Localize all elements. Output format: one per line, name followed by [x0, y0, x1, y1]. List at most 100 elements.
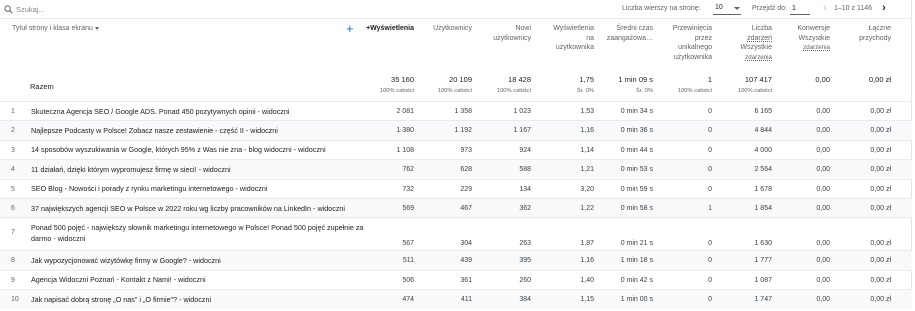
- cell-revenue: 0,00 zł: [870, 166, 891, 174]
- cell-avg-time: 0 min 34 s: [620, 108, 653, 115]
- totals-label: Razem: [30, 82, 54, 91]
- page-title-link[interactable]: Jak napisać dobrą stronę „O nas" i „O fi…: [31, 294, 371, 305]
- total-new-users: 18 428: [508, 75, 531, 84]
- rows-per-page-value: 10: [715, 4, 723, 11]
- page-title-link[interactable]: 37 największych agencji SEO w Polsce w 2…: [31, 203, 371, 214]
- col-header-avg-time[interactable]: Średni czas zaangażowa…: [598, 24, 653, 43]
- cell-revenue: 0,00 zł: [870, 108, 891, 115]
- cell-conversions: 0,00: [816, 185, 830, 193]
- cell-views-per-user: 1,16: [580, 127, 594, 135]
- cell-scrolled: 0: [708, 240, 712, 248]
- cell-users: 411: [460, 296, 472, 304]
- page-title-link[interactable]: Jak wypozycjonować wizytówkę firmy w Goo…: [31, 255, 371, 266]
- cell-views: 762: [402, 166, 414, 174]
- page-title-link[interactable]: Agencja Widoczni Poznań - Kontakt z Nami…: [31, 274, 371, 285]
- cell-scrolled: 0: [708, 146, 712, 154]
- events-filter-label[interactable]: zdarzenia: [718, 53, 772, 63]
- col-header-line: Nowi: [515, 25, 531, 32]
- row-index: 1: [11, 108, 15, 115]
- col-header-line: przez: [694, 34, 712, 42]
- total-avg-time: 1 min 09 s: [618, 75, 653, 84]
- col-header-scrolled-users[interactable]: Przewinięcia przez unikalnego użytkownik…: [658, 24, 712, 62]
- cell-users: 361: [460, 276, 472, 284]
- col-header-line: Średni czas: [616, 25, 653, 32]
- conversions-filter-label[interactable]: zdarzenia: [778, 43, 830, 53]
- col-header-line: na: [586, 34, 594, 42]
- total-events-sub: 100% całości: [737, 88, 772, 94]
- dimension-header[interactable]: Tytuł strony i klasa ekranu: [12, 24, 99, 34]
- page-title-link[interactable]: Skuteczna Agencja SEO / Google ADS. Pona…: [31, 106, 371, 117]
- table-row[interactable]: 10 Jak napisać dobrą stronę „O nas" i „O …: [0, 289, 912, 309]
- page-title-link[interactable]: Najlepsze Podcasty w Polsce! Zobacz nasz…: [31, 125, 371, 136]
- table-row[interactable]: 6 37 największych agencji SEO w Polsce w …: [0, 198, 912, 218]
- cell-users: 467: [460, 205, 472, 212]
- row-index: 4: [11, 166, 15, 174]
- goto-page-input[interactable]: [790, 3, 810, 15]
- cell-revenue: 0,00 zł: [870, 146, 891, 154]
- cell-users: 439: [460, 257, 472, 265]
- total-views-per-user: 1,75: [579, 75, 594, 84]
- row-index: 8: [11, 257, 15, 265]
- cell-events: 1 854: [754, 205, 772, 212]
- row-index: 10: [11, 296, 19, 304]
- cell-revenue: 0,00 zł: [870, 205, 891, 212]
- cell-views-per-user: 1,21: [580, 166, 594, 174]
- cell-avg-time: 0 min 36 s: [620, 127, 653, 135]
- col-header-views[interactable]: +Wyświetlenia: [360, 24, 414, 34]
- goto-label: Przejdź do:: [752, 5, 788, 12]
- pagination-range: 1–10 z 1146: [834, 5, 873, 12]
- cell-events: 1 777: [754, 257, 772, 265]
- cell-conversions: 0,00: [816, 108, 830, 115]
- cell-conversions: 0,00: [816, 166, 830, 174]
- table-row[interactable]: 4 11 działań, dzięki którym wypromujesz f…: [0, 159, 912, 179]
- col-header-new-users[interactable]: Nowi użytkownicy: [478, 24, 531, 43]
- chevron-right-icon[interactable]: ›: [879, 3, 889, 15]
- table-row[interactable]: 5 SEO Blog - Nowości i porady z rynku mar…: [0, 178, 912, 198]
- cell-conversions: 0,00: [816, 276, 830, 284]
- cell-revenue: 0,00 zł: [870, 276, 891, 284]
- col-header-conversions[interactable]: Konwersje Wszystkie zdarzenia: [778, 24, 830, 53]
- page-title-link[interactable]: 11 działań, dzięki którym wypromujesz fi…: [31, 164, 371, 175]
- cell-scrolled: 0: [708, 257, 712, 265]
- table-row[interactable]: 1 Skuteczna Agencja SEO / Google ADS. Pon…: [0, 101, 912, 120]
- col-header-views-per-user[interactable]: Wyświetlenia na użytkownika: [536, 24, 594, 53]
- add-dimension-button[interactable]: +: [346, 22, 354, 35]
- cell-revenue: 0,00 zł: [870, 185, 891, 193]
- cell-views-per-user: 1,87: [580, 240, 594, 248]
- cell-scrolled: 0: [708, 166, 712, 174]
- table-row[interactable]: 3 14 sposobów wyszukiwania w Google, któr…: [0, 139, 912, 159]
- cell-views-per-user: 1,14: [580, 146, 594, 154]
- total-revenue: 0,00 zł: [868, 75, 891, 84]
- col-header-line: Konwersje: [797, 25, 830, 32]
- page-title-link[interactable]: Ponad 500 pojęć - największy słownik mar…: [31, 222, 371, 244]
- cell-avg-time: 0 min 21 s: [620, 240, 653, 248]
- table-row[interactable]: 8 Jak wypozycjonować wizytówkę firmy w Go…: [0, 250, 912, 270]
- table-row[interactable]: 7 Ponad 500 pojęć - największy słownik ma…: [0, 217, 912, 250]
- page-title-link[interactable]: SEO Blog - Nowości i porady z rynku mark…: [31, 183, 371, 194]
- col-header-line: użytkownika: [555, 44, 594, 51]
- chevron-down-icon: [94, 26, 99, 30]
- cell-new-users: 134: [519, 185, 531, 193]
- search-input[interactable]: [16, 3, 216, 16]
- cell-avg-time: 0 min 53 s: [620, 166, 653, 174]
- col-header-users[interactable]: Użytkownicy: [420, 24, 472, 34]
- rows-per-page-select[interactable]: 10: [713, 3, 741, 15]
- cell-conversions: 0,00: [816, 296, 830, 304]
- dimension-header-label: Tytuł strony i klasa ekranu: [12, 25, 93, 32]
- cell-views: 506: [402, 276, 414, 284]
- cell-views: 567: [402, 240, 414, 248]
- chevron-left-icon[interactable]: ‹: [820, 3, 830, 15]
- table-row[interactable]: 9 Agencja Widoczni Poznań - Kontakt z Nam…: [0, 269, 912, 289]
- col-header-event-count[interactable]: Liczba zdarzeń Wszystkie zdarzenia: [718, 24, 773, 63]
- table-row[interactable]: 2 Najlepsze Podcasty w Polsce! Zobacz nas…: [0, 120, 912, 140]
- cell-events: 1 678: [754, 185, 772, 193]
- cell-views: 1 380: [396, 127, 414, 135]
- cell-events: 2 564: [754, 166, 772, 174]
- cell-views: 474: [402, 296, 414, 304]
- total-scrolled-sub: 100% całości: [677, 88, 712, 94]
- col-header-line: zdarzeń: [747, 34, 772, 42]
- col-header-revenue[interactable]: Łączne przychody: [836, 24, 891, 43]
- page-title-link[interactable]: 14 sposobów wyszukiwania w Google, który…: [31, 144, 371, 155]
- col-header-users-label: Użytkownicy: [433, 25, 472, 32]
- total-avg-time-sub: Śr. 0%: [635, 88, 653, 94]
